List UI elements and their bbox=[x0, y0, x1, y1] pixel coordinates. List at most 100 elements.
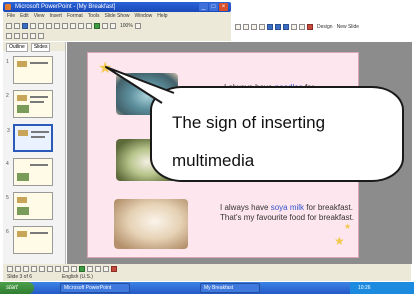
notes-icon[interactable] bbox=[30, 33, 36, 39]
fill-color-icon[interactable] bbox=[95, 265, 101, 272]
thumb-image bbox=[17, 61, 27, 67]
font-color-icon[interactable] bbox=[307, 23, 313, 30]
thumb-image bbox=[17, 197, 27, 203]
sorter-icon[interactable] bbox=[22, 33, 28, 39]
slide-thumbnail-selected[interactable]: 3 bbox=[7, 124, 53, 152]
start-button[interactable]: start bbox=[0, 282, 34, 294]
new-icon[interactable] bbox=[6, 23, 12, 29]
menu-format[interactable]: Format bbox=[67, 12, 83, 21]
help-icon[interactable] bbox=[134, 23, 141, 29]
menu-help[interactable]: Help bbox=[157, 12, 167, 21]
slide-icon[interactable] bbox=[14, 33, 20, 39]
redo-icon[interactable] bbox=[86, 23, 92, 29]
status-bar: Slide 3 of 6 English (U.S.) bbox=[3, 273, 411, 281]
slides-panel: Outline Slides 1 2 3 4 5 6 bbox=[3, 42, 66, 264]
textbox-icon[interactable] bbox=[63, 265, 69, 272]
bullets-icon[interactable] bbox=[299, 23, 305, 30]
slide-thumbnail[interactable]: 1 bbox=[6, 56, 53, 84]
star-decoration-icon: ★ bbox=[344, 222, 352, 231]
copy-icon[interactable] bbox=[62, 23, 68, 29]
status-slide: Slide 3 of 6 bbox=[7, 274, 33, 280]
align-left-icon[interactable] bbox=[267, 23, 273, 30]
slide-thumbnail[interactable]: 2 bbox=[6, 90, 53, 118]
align-center-icon[interactable] bbox=[275, 23, 281, 30]
callout-text: The sign of inserting multimedia bbox=[172, 104, 402, 180]
oval-icon[interactable] bbox=[55, 265, 61, 272]
clipart-icon[interactable] bbox=[79, 265, 85, 272]
title-bar: Microsoft PowerPoint - [My Breakfast] _ … bbox=[3, 2, 231, 12]
maximize-button[interactable]: □ bbox=[209, 3, 218, 11]
bold-icon[interactable] bbox=[235, 23, 241, 30]
arrow-icon[interactable] bbox=[39, 265, 45, 272]
paste-icon[interactable] bbox=[70, 23, 76, 29]
windows-taskbar: start Microsoft PowerPoint My Breakfast … bbox=[0, 282, 414, 294]
thumb-image bbox=[17, 207, 29, 215]
slide-number: 1 bbox=[6, 59, 9, 65]
autoshapes-icon[interactable] bbox=[23, 265, 29, 272]
menu-insert[interactable]: Insert bbox=[49, 12, 62, 21]
thumb-text bbox=[30, 164, 48, 166]
slide-thumbnail[interactable]: 4 bbox=[6, 158, 53, 186]
rectangle-icon[interactable] bbox=[47, 265, 53, 272]
slide-thumbnail[interactable]: 6 bbox=[6, 226, 53, 254]
menu-slide-show[interactable]: Slide Show bbox=[104, 12, 129, 21]
select-icon[interactable] bbox=[15, 265, 21, 272]
spelling-icon[interactable] bbox=[46, 23, 52, 29]
table-icon[interactable] bbox=[102, 23, 108, 29]
cut-icon[interactable] bbox=[54, 23, 60, 29]
undo-icon[interactable] bbox=[78, 23, 84, 29]
thumb-text bbox=[30, 232, 48, 234]
align-right-icon[interactable] bbox=[283, 23, 289, 30]
minimize-button[interactable]: _ bbox=[199, 3, 208, 11]
tab-outline[interactable]: Outline bbox=[6, 43, 28, 52]
underline-icon[interactable] bbox=[251, 23, 257, 30]
menu-edit[interactable]: Edit bbox=[20, 12, 29, 21]
new-slide-button[interactable]: New Slide bbox=[337, 24, 360, 30]
open-icon[interactable] bbox=[14, 23, 20, 29]
panel-tabs: Outline Slides bbox=[3, 42, 65, 52]
preview-icon[interactable] bbox=[38, 23, 44, 29]
zoom-box[interactable]: 100% bbox=[120, 23, 133, 29]
app-window: Microsoft PowerPoint - [My Breakfast] _ … bbox=[0, 0, 414, 294]
line-color-icon[interactable] bbox=[103, 265, 109, 272]
font-color-icon[interactable] bbox=[111, 265, 117, 272]
draw-icon[interactable] bbox=[7, 265, 13, 272]
slide-text-soya-milk[interactable]: I always have soya milk for breakfast. T… bbox=[220, 203, 356, 223]
italic-icon[interactable] bbox=[243, 23, 249, 30]
numbering-icon[interactable] bbox=[291, 23, 297, 30]
thumb-text bbox=[31, 136, 45, 138]
picture-icon[interactable] bbox=[87, 265, 93, 272]
window-title: Microsoft PowerPoint - [My Breakfast] bbox=[15, 4, 116, 10]
chart-icon[interactable] bbox=[94, 23, 100, 29]
save-icon[interactable] bbox=[22, 23, 28, 29]
slide-number: 2 bbox=[6, 93, 9, 99]
formatting-toolbar: Design New Slide bbox=[235, 22, 405, 31]
menu-view[interactable]: View bbox=[34, 12, 45, 21]
design-button[interactable]: Design bbox=[317, 24, 333, 30]
menu-tools[interactable]: Tools bbox=[88, 12, 100, 21]
outline-icon[interactable] bbox=[6, 33, 12, 39]
close-button[interactable]: × bbox=[219, 3, 228, 11]
line-icon[interactable] bbox=[31, 265, 37, 272]
tab-slides[interactable]: Slides bbox=[30, 43, 51, 52]
wordart-icon[interactable] bbox=[71, 265, 77, 272]
slide-number: 3 bbox=[7, 128, 10, 134]
menu-file[interactable]: File bbox=[7, 12, 15, 21]
taskbar-item[interactable]: Microsoft PowerPoint bbox=[60, 283, 130, 293]
drawing-toolbar bbox=[3, 264, 411, 273]
soya-milk-image[interactable] bbox=[114, 199, 188, 249]
status-language: English (U.S.) bbox=[62, 274, 93, 280]
print-icon[interactable] bbox=[30, 23, 36, 29]
grid-icon[interactable] bbox=[110, 23, 116, 29]
system-tray: 10:26 bbox=[350, 282, 414, 294]
thumb-text bbox=[30, 101, 44, 103]
thumb-image bbox=[18, 130, 28, 136]
thumb-text bbox=[30, 62, 48, 64]
menu-window[interactable]: Window bbox=[135, 12, 153, 21]
slide-thumbnail[interactable]: 5 bbox=[6, 192, 53, 220]
shadow-icon[interactable] bbox=[259, 23, 265, 30]
thumb-image bbox=[17, 231, 27, 237]
taskbar-item[interactable]: My Breakfast bbox=[200, 283, 260, 293]
show-icon[interactable] bbox=[38, 33, 44, 39]
slide-number: 4 bbox=[6, 161, 9, 167]
